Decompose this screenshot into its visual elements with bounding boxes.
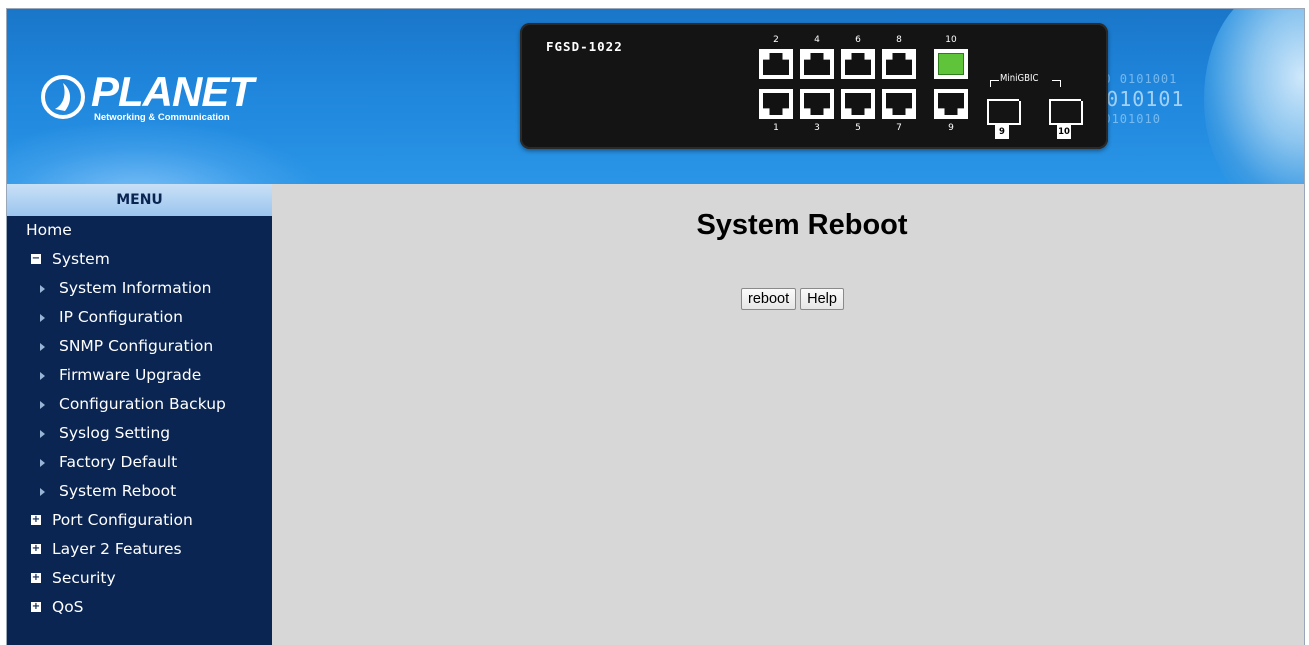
planet-logo-icon (41, 75, 85, 119)
sidebar-item-port-configuration[interactable]: + Port Configuration (7, 506, 272, 535)
help-button[interactable]: Help (800, 288, 844, 310)
brand-tagline: Networking & Communication (94, 112, 230, 123)
sidebar-item-label: System Reboot (59, 482, 177, 500)
sidebar-item-label: SNMP Configuration (59, 337, 214, 355)
expand-icon[interactable]: + (31, 602, 41, 612)
brand-name: PLANET (91, 68, 254, 115)
triangle-right-icon (40, 401, 45, 409)
port-label: 10 (945, 35, 957, 45)
sidebar: MENU Home − System System Information IP … (7, 184, 272, 645)
sidebar-item-label: Port Configuration (52, 511, 193, 529)
port-label: 8 (896, 35, 902, 45)
page-title: System Reboot (696, 209, 908, 241)
port-2[interactable] (759, 49, 793, 79)
sfp-group-label: MiniGBIC (1000, 73, 1039, 84)
port-5[interactable] (841, 89, 875, 119)
triangle-right-icon (40, 459, 45, 467)
action-buttons: reboot Help (741, 288, 848, 310)
sidebar-item-qos[interactable]: + QoS (7, 593, 272, 622)
header-banner: 0101010 0101001 0101010101 0101010101010… (7, 9, 1304, 184)
port-label: 2 (773, 35, 779, 45)
sidebar-item-label: Syslog Setting (59, 424, 171, 442)
triangle-right-icon (40, 285, 45, 293)
sidebar-item-label: Security (52, 569, 116, 587)
sidebar-item-system[interactable]: − System (7, 245, 272, 274)
sidebar-item-label: Configuration Backup (59, 395, 226, 413)
port-label: 7 (896, 123, 902, 133)
triangle-right-icon (40, 430, 45, 438)
sidebar-item-label: Firmware Upgrade (59, 366, 202, 384)
triangle-right-icon (40, 372, 45, 380)
sidebar-item-syslog-setting[interactable]: Syslog Setting (7, 419, 272, 448)
sfp-port-10[interactable] (1049, 101, 1083, 125)
sidebar-item-firmware-upgrade[interactable]: Firmware Upgrade (7, 361, 272, 390)
sidebar-item-factory-default[interactable]: Factory Default (7, 448, 272, 477)
sidebar-item-label: System Information (59, 279, 212, 297)
sidebar-menu: Home − System System Information IP Confi… (7, 216, 272, 622)
expand-icon[interactable]: + (31, 515, 41, 525)
port-7[interactable] (882, 89, 916, 119)
port-1[interactable] (759, 89, 793, 119)
sidebar-item-security[interactable]: + Security (7, 564, 272, 593)
sidebar-item-snmp-configuration[interactable]: SNMP Configuration (7, 332, 272, 361)
sidebar-item-label: Factory Default (59, 453, 178, 471)
sidebar-item-ip-configuration[interactable]: IP Configuration (7, 303, 272, 332)
sfp-bracket (990, 80, 999, 87)
banner-glow (7, 119, 327, 184)
expand-icon[interactable]: + (31, 573, 41, 583)
sidebar-item-configuration-backup[interactable]: Configuration Backup (7, 390, 272, 419)
triangle-right-icon (40, 314, 45, 322)
triangle-right-icon (40, 343, 45, 351)
port-6[interactable] (841, 49, 875, 79)
main-content: System Reboot reboot Help (272, 184, 1304, 645)
expand-icon[interactable]: + (31, 544, 41, 554)
reboot-button[interactable]: reboot (741, 288, 797, 310)
sidebar-item-label: QoS (52, 598, 84, 616)
sidebar-item-label: System (52, 250, 110, 268)
sfp-label: 10 (1057, 125, 1071, 139)
port-label: 4 (814, 35, 820, 45)
port-9[interactable] (934, 89, 968, 119)
sfp-bracket (1052, 80, 1061, 87)
device-model: FGSD-1022 (546, 39, 623, 54)
port-4[interactable] (800, 49, 834, 79)
sidebar-item-home[interactable]: Home (7, 216, 272, 245)
port-label: 9 (948, 123, 954, 133)
page-frame: 0101010 0101001 0101010101 0101010101010… (6, 8, 1305, 645)
collapse-icon[interactable]: − (31, 254, 41, 264)
sidebar-item-layer2-features[interactable]: + Layer 2 Features (7, 535, 272, 564)
switch-front-panel: FGSD-1022 2 4 6 8 10 1 3 5 7 9 MiniGBIC … (520, 23, 1108, 149)
sidebar-item-system-reboot[interactable]: System Reboot (7, 477, 272, 506)
triangle-right-icon (40, 488, 45, 496)
menu-header: MENU (7, 184, 272, 216)
port-label: 1 (773, 123, 779, 133)
port-label: 5 (855, 123, 861, 133)
sidebar-item-label: IP Configuration (59, 308, 183, 326)
port-label: 6 (855, 35, 861, 45)
port-3[interactable] (800, 89, 834, 119)
sidebar-item-label: Home (26, 221, 72, 239)
port-10[interactable] (934, 49, 968, 79)
sidebar-item-label: Layer 2 Features (52, 540, 182, 558)
port-8[interactable] (882, 49, 916, 79)
port-label: 3 (814, 123, 820, 133)
sfp-port-9[interactable] (987, 101, 1021, 125)
sfp-label: 9 (995, 125, 1009, 139)
sidebar-item-system-information[interactable]: System Information (7, 274, 272, 303)
